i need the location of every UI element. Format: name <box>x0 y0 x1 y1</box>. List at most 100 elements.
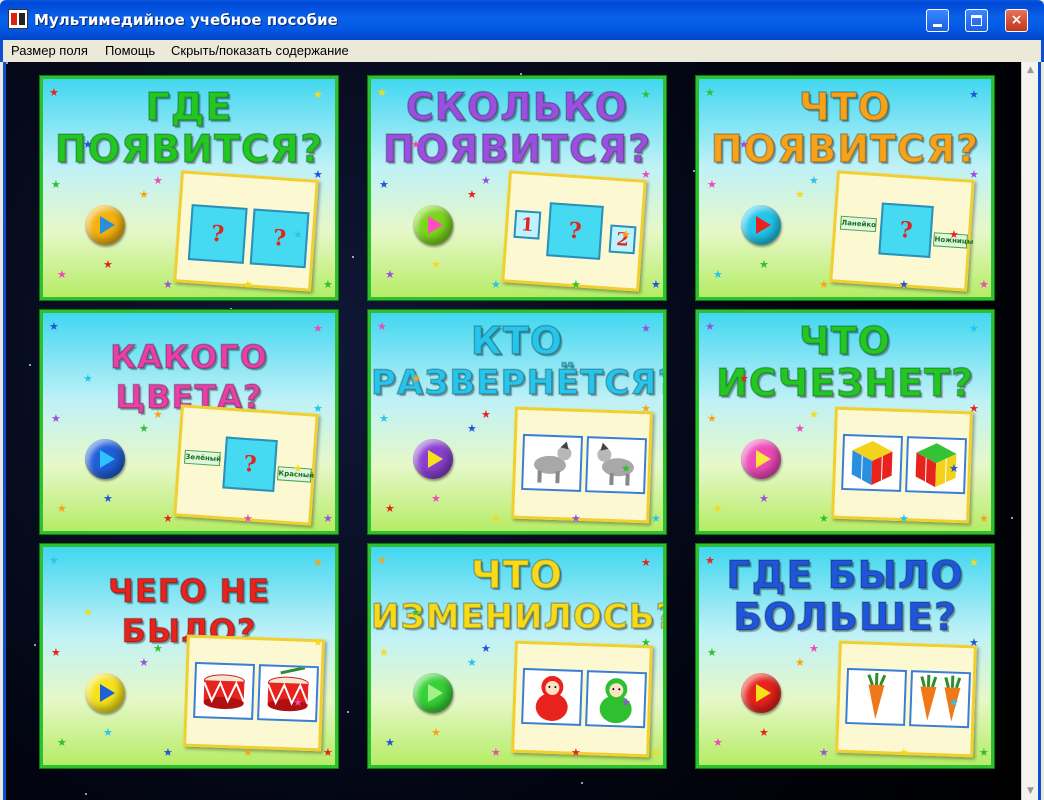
star-decoration: ★ <box>641 88 651 101</box>
space-star <box>581 782 583 784</box>
scroll-down-arrow[interactable]: ▼ <box>1022 783 1039 800</box>
app-icon[interactable] <box>8 9 28 29</box>
space-star <box>693 170 695 172</box>
close-icon: × <box>1010 12 1023 28</box>
star-decoration: ★ <box>899 512 909 525</box>
play-button[interactable] <box>413 439 453 479</box>
menu-help[interactable]: Помощь <box>105 43 155 58</box>
play-button[interactable] <box>741 673 781 713</box>
question-square: ? <box>187 204 248 264</box>
star-decoration: ★ <box>139 422 149 435</box>
space-star <box>6 62 8 64</box>
card-what-disappears[interactable]: ЧТО ИСЧЕЗНЕТ? ★ ★ ★ ★ ★ ★ ★ ★ ★ ★ ★ ★ ★ <box>696 310 994 534</box>
scroll-up-arrow[interactable]: ▲ <box>1022 62 1039 79</box>
star-decoration: ★ <box>795 656 805 669</box>
star-decoration: ★ <box>57 736 67 749</box>
star-decoration: ★ <box>313 402 323 415</box>
star-decoration: ★ <box>243 512 253 525</box>
minimize-button[interactable] <box>926 9 949 32</box>
preview-panel <box>511 406 653 524</box>
star-decoration: ★ <box>979 512 989 525</box>
card-who-turns[interactable]: КТО РАЗВЕРНЁТСЯ? ★ ★ ★ ★ ★ ★ ★ ★ ★ ★ ★ ★ ★ <box>368 310 666 534</box>
star-decoration: ★ <box>411 606 421 619</box>
close-button[interactable]: × <box>1005 9 1028 32</box>
menu-bar: Размер поля Помощь Скрыть/показать содер… <box>0 40 1044 62</box>
star-decoration: ★ <box>411 372 421 385</box>
star-decoration: ★ <box>163 278 173 291</box>
star-decoration: ★ <box>739 372 749 385</box>
star-decoration: ★ <box>809 408 819 421</box>
star-decoration: ★ <box>795 422 805 435</box>
star-decoration: ★ <box>83 372 93 385</box>
star-decoration: ★ <box>899 278 909 291</box>
question-square: ? <box>222 436 278 493</box>
star-decoration: ★ <box>621 228 631 241</box>
horse-image <box>521 433 584 492</box>
star-decoration: ★ <box>641 322 651 335</box>
star-decoration: ★ <box>641 168 651 181</box>
space-star <box>34 644 36 646</box>
card-what-was-missing[interactable]: ЧЕГО НЕ БЫЛО? ★ ★ ★ ★ ★ ★ ★ ★ ★ ★ ★ ★ ★ <box>40 544 338 768</box>
star-decoration: ★ <box>809 174 819 187</box>
star-decoration: ★ <box>51 178 61 191</box>
maximize-button[interactable] <box>965 9 988 32</box>
star-decoration: ★ <box>651 278 661 291</box>
star-decoration: ★ <box>949 696 959 709</box>
star-decoration: ★ <box>163 512 173 525</box>
star-decoration: ★ <box>707 178 717 191</box>
star-decoration: ★ <box>759 726 769 739</box>
vertical-scrollbar[interactable]: ▲ ▼ <box>1021 62 1038 800</box>
space-star <box>85 793 87 795</box>
star-decoration: ★ <box>707 646 717 659</box>
star-decoration: ★ <box>969 88 979 101</box>
question-square: ? <box>546 202 604 260</box>
star-decoration: ★ <box>819 278 829 291</box>
card-title-line1: СКОЛЬКО <box>405 85 629 129</box>
star-decoration: ★ <box>819 512 829 525</box>
star-decoration: ★ <box>139 656 149 669</box>
card-what-appears[interactable]: ЧТО ПОЯВИТСЯ? Ланейко ? Ножницы ★ ★ ★ ★ ★ ★ ★ ★… <box>696 76 994 300</box>
card-what-color[interactable]: КАКОГО ЦВЕТА? Зелёный ? Красный ★ ★ ★ ★ ★ ★ ★ ★… <box>40 310 338 534</box>
star-decoration: ★ <box>313 88 323 101</box>
question-square: ? <box>878 202 934 259</box>
menu-toggle-contents[interactable]: Скрыть/показать содержание <box>171 43 349 58</box>
minimize-icon <box>933 24 942 27</box>
star-decoration: ★ <box>103 726 113 739</box>
star-decoration: ★ <box>759 258 769 271</box>
star-decoration: ★ <box>571 278 581 291</box>
card-how-many-appear[interactable]: СКОЛЬКО ПОЯВИТСЯ? 1 ? 2 ★ ★ ★ ★ ★ ★ ★ ★ ★ ★ ★ ★ ★ <box>368 76 666 300</box>
carrot-image <box>845 667 908 726</box>
play-button[interactable] <box>413 205 453 245</box>
star-decoration: ★ <box>313 168 323 181</box>
star-decoration: ★ <box>969 402 979 415</box>
star-decoration: ★ <box>377 320 387 333</box>
star-decoration: ★ <box>431 258 441 271</box>
card-what-changed[interactable]: ЧТО ИЗМЕНИЛОСЬ? ★ ★ ★ ★ ★ ★ ★ ★ ★ ★ ★ ★ ★ <box>368 544 666 768</box>
maximize-icon <box>971 15 982 26</box>
play-button[interactable] <box>741 205 781 245</box>
star-decoration: ★ <box>759 492 769 505</box>
card-where-appears[interactable]: ГДЕ ПОЯВИТСЯ? ? ? ★ ★ ★ ★ ★ ★ ★ ★ ★ ★ ★ ★ ★ <box>40 76 338 300</box>
space-star <box>520 73 522 75</box>
menu-field-size[interactable]: Размер поля <box>11 43 88 58</box>
space-star <box>347 711 349 713</box>
star-decoration: ★ <box>641 556 651 569</box>
doll-image <box>585 670 647 729</box>
star-decoration: ★ <box>313 636 323 649</box>
star-decoration: ★ <box>411 138 421 151</box>
carrot-image <box>909 670 971 729</box>
card-where-more[interactable]: ГДЕ БЫЛО БОЛЬШЕ? ★ ★ ★ ★ ★ ★ ★ ★ ★ ★ ★ ★ ★ <box>696 544 994 768</box>
play-button[interactable] <box>741 439 781 479</box>
play-button[interactable] <box>85 673 125 713</box>
play-button[interactable] <box>85 439 125 479</box>
title-bar[interactable]: Мультимедийное учебное пособие × <box>0 0 1044 40</box>
word-tag: Зелёный <box>183 449 221 467</box>
star-decoration: ★ <box>707 412 717 425</box>
play-button[interactable] <box>413 673 453 713</box>
play-button[interactable] <box>85 205 125 245</box>
star-decoration: ★ <box>651 512 661 525</box>
star-decoration: ★ <box>819 746 829 759</box>
star-decoration: ★ <box>49 320 59 333</box>
content-area: ГДЕ ПОЯВИТСЯ? ? ? ★ ★ ★ ★ ★ ★ ★ ★ ★ ★ ★ ★ ★ СКОЛЬКО … <box>3 62 1041 800</box>
star-decoration: ★ <box>293 462 303 475</box>
